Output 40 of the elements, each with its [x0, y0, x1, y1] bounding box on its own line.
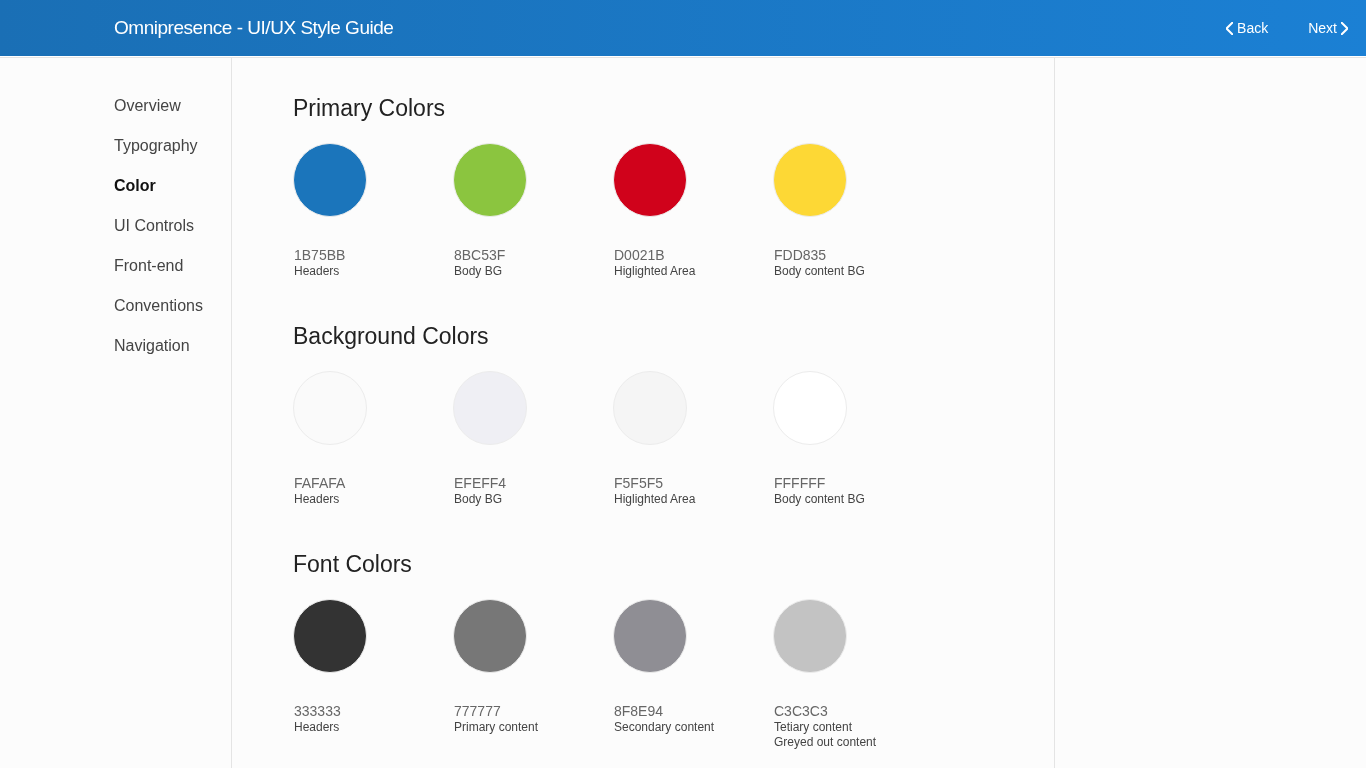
- sidebar-item[interactable]: Conventions: [114, 294, 231, 334]
- back-button[interactable]: Back: [1226, 17, 1269, 39]
- chevron-right-icon: [1341, 21, 1348, 35]
- color-usage-label: Primary content: [453, 720, 540, 735]
- section-title: Background Colors: [293, 322, 490, 351]
- sidebar-item[interactable]: Front-end: [114, 254, 231, 294]
- color-usage-label: Higlighted Area: [613, 492, 697, 507]
- next-button[interactable]: Next: [1308, 17, 1348, 39]
- color-usage-label: Body BG: [453, 264, 504, 279]
- hex-code: FAFAFA: [293, 474, 347, 492]
- hex-code: D0021B: [613, 246, 666, 264]
- hex-code: EFEFF4: [453, 474, 508, 492]
- section-title: Font Colors: [293, 550, 413, 579]
- page-title: Omnipresence - UI/UX Style Guide: [114, 15, 394, 40]
- color-usage-label: Body content BG: [773, 492, 866, 507]
- color-usage-label: Headers: [293, 492, 341, 507]
- sidebar-item[interactable]: Color: [114, 174, 231, 214]
- sidebar-item[interactable]: UI Controls: [114, 214, 231, 254]
- hex-code: 8BC53F: [453, 246, 507, 264]
- hex-code: 777777: [453, 702, 502, 720]
- color-usage-label: Tetiary content: [773, 720, 854, 735]
- hex-code: FFFFFF: [773, 474, 827, 492]
- hex-code: 8F8E94: [613, 702, 665, 720]
- hex-code: 333333: [293, 702, 342, 720]
- sidebar-item[interactable]: Typography: [114, 134, 231, 174]
- sidebar-item[interactable]: Overview: [114, 94, 231, 134]
- hex-code: F5F5F5: [613, 474, 664, 492]
- color-usage-label: Headers: [293, 720, 341, 735]
- hex-code: FDD835: [773, 246, 828, 264]
- color-usage-label: Secondary content: [613, 720, 716, 735]
- hex-code: 1B75BB: [293, 246, 347, 264]
- color-usage-label: Greyed out content: [773, 735, 878, 750]
- color-usage-label: Higlighted Area: [613, 264, 697, 279]
- color-usage-label: Body BG: [453, 492, 504, 507]
- chevron-left-icon: [1226, 21, 1234, 35]
- color-usage-label: Headers: [293, 264, 341, 279]
- sidebar-item[interactable]: Navigation: [114, 334, 231, 374]
- hex-code: C3C3C3: [773, 702, 829, 720]
- section-title: Primary Colors: [293, 94, 447, 123]
- color-usage-label: Body content BG: [773, 264, 866, 279]
